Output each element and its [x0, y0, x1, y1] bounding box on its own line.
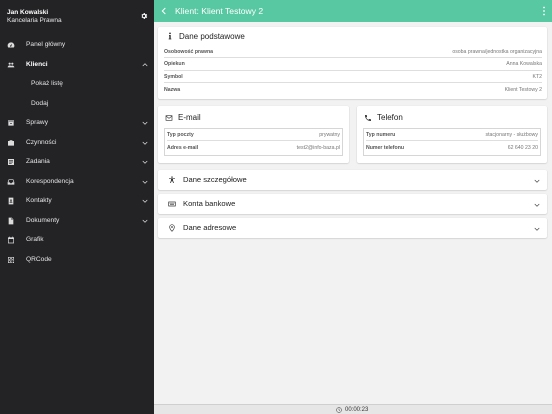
accessibility-icon — [169, 176, 175, 183]
briefcase-icon — [8, 139, 14, 146]
phone-title: Telefon — [377, 113, 403, 122]
chevron-up-icon — [142, 62, 148, 66]
phone-card: Telefon Typ numeru stacjonarny - służbow… — [357, 106, 547, 163]
row-key: Nazwa — [164, 86, 181, 93]
keyboard-icon — [168, 201, 176, 207]
chevron-down-icon — [142, 180, 148, 184]
row-key: Numer telefonu — [366, 145, 405, 151]
table-row: Symbol KT2 — [164, 71, 542, 83]
table-row: Typ poczty prywatny — [167, 129, 340, 141]
chevron-down-icon — [534, 227, 540, 231]
chevron-down-icon — [142, 121, 148, 125]
sidebar: Jan Kowalski Kancelaria Prawna Panel głó… — [0, 0, 154, 414]
sidebar-item-label: Dodaj — [31, 99, 49, 107]
chevron-down-icon — [142, 160, 148, 164]
clock-icon — [336, 407, 342, 413]
content-area: Dane podstawowe Osobowość prawna osoba p… — [154, 22, 552, 404]
sidebar-item-korespondencja[interactable]: Korespondencja — [0, 173, 154, 191]
sidebar-item-pokaz-liste[interactable]: Pokaż listę — [0, 75, 154, 93]
calendar-icon — [8, 236, 14, 244]
users-icon — [7, 62, 15, 67]
chevron-down-icon — [142, 141, 148, 145]
sidebar-item-label: Zadania — [26, 158, 50, 165]
phone-icon — [365, 115, 371, 121]
row-value: stacjonarny - służbowy — [485, 131, 538, 138]
row-value: osoba prawna/jednostka organizacyjna — [452, 48, 542, 55]
basic-data-card: Dane podstawowe Osobowość prawna osoba p… — [158, 27, 547, 99]
qrcode-icon — [8, 256, 14, 263]
sidebar-item-label: Grafik — [26, 236, 44, 243]
row-key: Typ poczty — [167, 131, 194, 138]
inbox-icon — [7, 178, 15, 185]
row-key: Typ numeru — [366, 131, 396, 138]
chevron-down-icon — [142, 219, 148, 223]
archive-icon — [8, 120, 14, 126]
user-company: Kancelaria Prawna — [7, 17, 62, 24]
chevron-down-icon — [534, 179, 540, 183]
sidebar-item-label: Klienci — [26, 60, 48, 68]
sidebar-item-qrcode[interactable]: QRCode — [0, 251, 154, 269]
row-value: prywatny — [319, 131, 340, 138]
user-block: Jan Kowalski Kancelaria Prawna — [0, 0, 154, 34]
gear-icon[interactable] — [140, 12, 148, 20]
row-value: KT2 — [532, 73, 542, 80]
row-key: Osobowość prawna — [164, 48, 214, 55]
sidebar-item-kontakty[interactable]: Kontakty — [0, 192, 154, 210]
sidebar-item-label: Dokumenty — [26, 216, 60, 224]
dashboard-icon — [7, 42, 15, 48]
sidebar-item-sprawy[interactable]: Sprawy — [0, 114, 154, 132]
sidebar-item-dokumenty[interactable]: Dokumenty — [0, 212, 154, 230]
table-row: Numer telefonu 62 640 23 20 — [366, 142, 538, 154]
location-pin-icon — [169, 224, 175, 232]
accordion-title: Konta bankowe — [183, 199, 236, 208]
basic-data-title: Dane podstawowe — [179, 32, 245, 41]
top-app-bar: Klient: Klient Testowy 2 — [154, 0, 552, 22]
sidebar-item-label: Panel główny — [26, 41, 66, 48]
sidebar-item-grafik[interactable]: Grafik — [0, 231, 154, 249]
tasks-icon — [8, 159, 14, 165]
session-timer-bar: 00:00:23 — [154, 404, 552, 414]
table-row: Nazwa Klient Testowy 2 — [164, 84, 542, 96]
table-row: Adres e-mail test2@info-baza.pl — [167, 142, 340, 154]
email-icon — [165, 115, 173, 121]
row-key: Opiekun — [164, 61, 185, 67]
sidebar-item-klienci[interactable]: Klienci — [0, 56, 154, 74]
table-row: Typ numeru stacjonarny - służbowy — [366, 129, 538, 141]
accordion-title: Dane szczegółowe — [183, 175, 247, 184]
sidebar-item-czynnosci[interactable]: Czynności — [0, 134, 154, 152]
sidebar-item-label: Pokaż listę — [31, 80, 63, 87]
row-value: Anna Kowalska — [506, 61, 542, 67]
sidebar-item-label: Kontakty — [26, 197, 52, 204]
row-value: test2@info-baza.pl — [296, 145, 340, 151]
sidebar-item-label: Czynności — [26, 138, 57, 146]
accordion-addresses[interactable]: Dane adresowe — [158, 218, 547, 238]
chevron-down-icon — [142, 199, 148, 203]
page-title: Klient: Klient Testowy 2 — [175, 6, 264, 16]
sidebar-item-panel[interactable]: Panel główny — [0, 36, 154, 54]
email-title: E-mail — [178, 113, 201, 122]
chevron-left-icon[interactable] — [160, 7, 168, 15]
sidebar-item-dodaj[interactable]: Dodaj — [0, 95, 154, 113]
table-row: Osobowość prawna osoba prawna/jednostka … — [164, 46, 542, 58]
session-timer: 00:00:23 — [345, 406, 369, 413]
sidebar-item-label: Korespondencja — [26, 177, 74, 185]
info-icon — [168, 32, 172, 40]
chevron-down-icon — [534, 203, 540, 207]
more-vertical-icon[interactable] — [542, 6, 546, 16]
user-name: Jan Kowalski — [7, 9, 49, 16]
sidebar-item-label: QRCode — [26, 255, 52, 263]
sidebar-item-label: Sprawy — [26, 119, 48, 126]
row-key: Symbol — [164, 73, 183, 80]
sidebar-item-zadania[interactable]: Zadania — [0, 153, 154, 171]
table-row: Opiekun Anna Kowalska — [164, 59, 542, 71]
document-icon — [8, 217, 14, 224]
row-key: Adres e-mail — [167, 145, 199, 151]
contact-book-icon — [8, 197, 14, 205]
row-value: 62 640 23 20 — [507, 145, 538, 151]
email-card: E-mail Typ poczty prywatny Adres e-mail … — [158, 106, 349, 163]
row-value: Klient Testowy 2 — [504, 86, 542, 93]
accordion-details[interactable]: Dane szczegółowe — [158, 170, 547, 190]
accordion-title: Dane adresowe — [183, 223, 237, 232]
accordion-bank-accounts[interactable]: Konta bankowe — [158, 194, 547, 214]
